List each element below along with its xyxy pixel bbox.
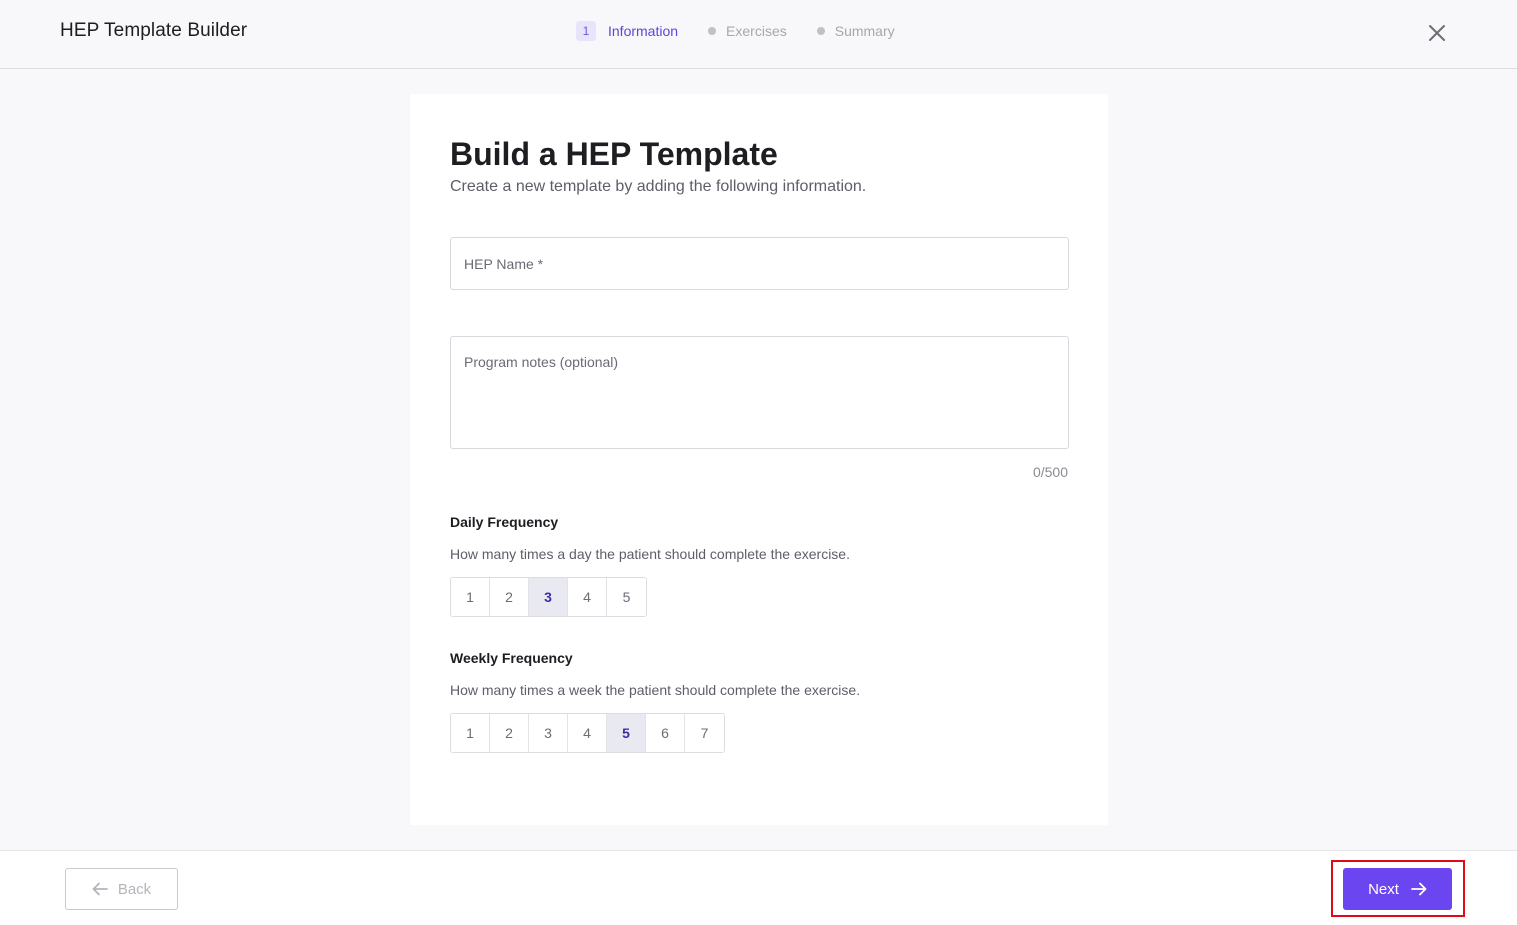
weekly-frequency-selector: 1 2 3 4 5 6 7: [450, 713, 725, 753]
daily-frequency-selector: 1 2 3 4 5: [450, 577, 647, 617]
step-label: Summary: [834, 23, 895, 39]
step-number-badge: 1: [576, 21, 596, 41]
program-notes-textarea[interactable]: [450, 336, 1069, 449]
next-button[interactable]: Next: [1343, 868, 1452, 910]
back-button-label: Back: [117, 880, 152, 898]
form-card: Build a HEP Template Create a new templa…: [410, 94, 1108, 825]
step-exercises[interactable]: Exercises: [708, 23, 787, 39]
footer-bar: Back Next: [0, 850, 1517, 925]
header-bar: HEP Template Builder 1 Information Exerc…: [0, 0, 1517, 69]
daily-option-1[interactable]: 1: [451, 578, 490, 616]
weekly-frequency-description: How many times a week the patient should…: [450, 682, 861, 698]
weekly-option-6[interactable]: 6: [646, 714, 685, 752]
daily-option-5[interactable]: 5: [607, 578, 646, 616]
daily-frequency-description: How many times a day the patient should …: [450, 546, 850, 562]
progress-stepper: 1 Information Exercises Summary: [576, 21, 925, 41]
weekly-frequency-title: Weekly Frequency: [450, 650, 573, 666]
weekly-option-3[interactable]: 3: [529, 714, 568, 752]
weekly-option-4[interactable]: 4: [568, 714, 607, 752]
weekly-option-1[interactable]: 1: [451, 714, 490, 752]
page-subtitle: Create a new template by adding the foll…: [450, 178, 867, 195]
daily-option-2[interactable]: 2: [490, 578, 529, 616]
weekly-option-5[interactable]: 5: [607, 714, 646, 752]
step-label: Information: [608, 23, 679, 39]
step-dot-icon: [708, 27, 717, 35]
page-title: Build a HEP Template: [450, 136, 778, 172]
close-button[interactable]: [1425, 21, 1449, 45]
weekly-option-7[interactable]: 7: [685, 714, 724, 752]
weekly-option-2[interactable]: 2: [490, 714, 529, 752]
arrow-left-icon: [92, 882, 108, 896]
back-button[interactable]: Back: [65, 868, 178, 910]
step-information[interactable]: 1 Information: [576, 21, 678, 41]
notes-char-count: 0/500: [1032, 464, 1068, 480]
daily-frequency-title: Daily Frequency: [450, 514, 559, 530]
hep-name-input[interactable]: [450, 237, 1069, 290]
next-button-label: Next: [1368, 880, 1399, 898]
step-label: Exercises: [726, 23, 787, 39]
daily-option-4[interactable]: 4: [568, 578, 607, 616]
daily-option-3[interactable]: 3: [529, 578, 568, 616]
step-summary[interactable]: Summary: [816, 23, 895, 39]
app-title: HEP Template Builder: [60, 20, 248, 41]
step-dot-icon: [816, 27, 825, 35]
arrow-right-icon: [1411, 882, 1427, 896]
close-icon: [1429, 25, 1445, 41]
